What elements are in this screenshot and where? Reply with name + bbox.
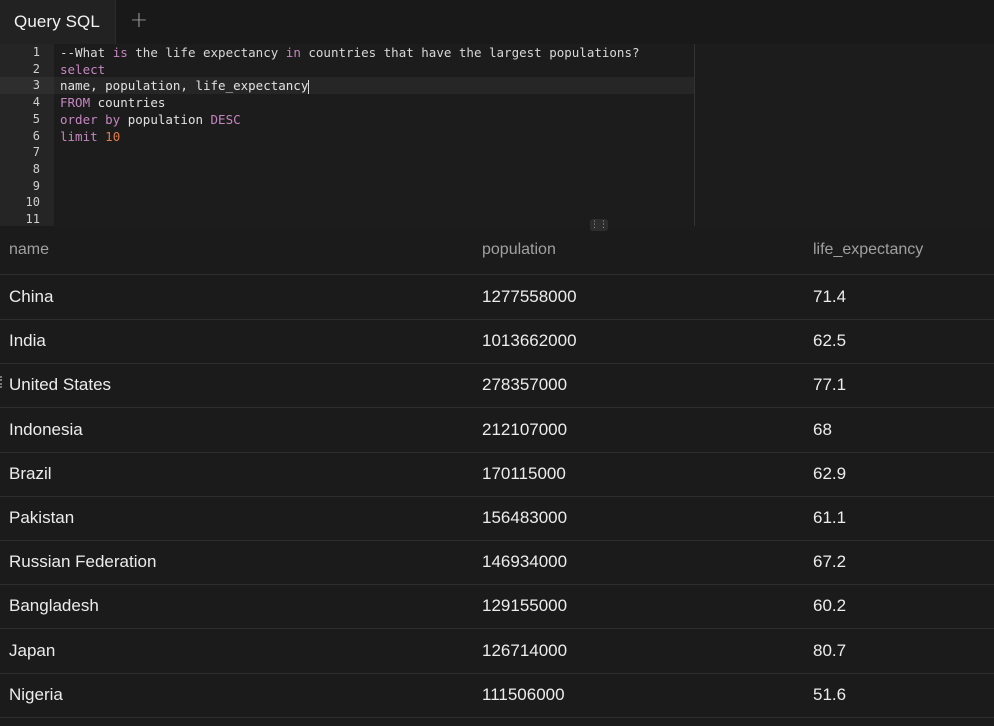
- cell-population: 126714000: [482, 640, 568, 660]
- editor-line[interactable]: 9: [0, 178, 994, 195]
- cell-population: 1277558000: [482, 287, 577, 306]
- editor-line[interactable]: 6 limit 10: [0, 128, 994, 145]
- line-number: 3: [32, 78, 40, 93]
- table-header: name population life_expectancy: [0, 226, 994, 275]
- editor-line[interactable]: 1 --What is the life expectancy in countr…: [0, 44, 994, 61]
- cell-name: China: [9, 287, 54, 306]
- editor-line[interactable]: 10: [0, 194, 994, 211]
- code-token: name, population, life_expectancy: [60, 78, 309, 94]
- line-number: 5: [32, 111, 40, 126]
- line-number: 2: [32, 61, 40, 76]
- table-row[interactable]: Pakistan 156483000 61.1: [0, 496, 994, 541]
- cell-population: 278357000: [482, 375, 568, 395]
- add-tab-icon[interactable]: +: [128, 10, 150, 32]
- editor-line[interactable]: 7: [0, 144, 994, 161]
- code-token: is: [112, 45, 128, 60]
- cell-population: 111506000: [482, 684, 565, 704]
- cell-life-expectancy: 67.2: [813, 552, 847, 572]
- code-token: 10: [105, 128, 121, 144]
- code-text: select: [60, 61, 105, 78]
- editor-line[interactable]: 11: [0, 211, 994, 226]
- line-number: 4: [32, 95, 40, 110]
- table-row[interactable]: Nigeria 111506000 51.6: [0, 673, 994, 718]
- editor-line[interactable]: 5 order by population DESC: [0, 111, 994, 128]
- results-table: name population life_expectancy China 127…: [0, 226, 994, 726]
- column-header-population[interactable]: population: [482, 226, 556, 274]
- code-token: order by: [60, 111, 121, 127]
- code-text: --What is the life expectancy in countri…: [60, 44, 640, 61]
- cell-population: 1013662000: [482, 331, 577, 351]
- code-token: in: [285, 45, 301, 60]
- cell-name: Brazil: [9, 463, 52, 483]
- cell-life-expectancy: 71.4: [813, 287, 847, 306]
- cell-life-expectancy: 68: [813, 419, 832, 439]
- cell-life-expectancy: 62.9: [813, 463, 847, 483]
- tab-bar: Query SQL +: [0, 0, 994, 45]
- cell-life-expectancy: 60.2: [813, 596, 847, 616]
- cell-life-expectancy: 62.5: [813, 331, 847, 351]
- cell-name: United States: [9, 375, 112, 395]
- tab-query-sql[interactable]: Query SQL: [0, 0, 116, 44]
- cell-name: Indonesia: [9, 419, 83, 439]
- table-row[interactable]: Russian Federation 146934000 67.2: [0, 540, 994, 586]
- code-token: DESC: [210, 111, 241, 127]
- cell-population: 156483000: [482, 508, 568, 527]
- code-token: countries that have the largest populati…: [300, 45, 640, 60]
- cell-name: Japan: [9, 640, 56, 660]
- code-text: order by population DESC: [60, 111, 241, 128]
- code-text: FROM countries: [60, 94, 165, 111]
- cell-population: 146934000: [482, 552, 568, 572]
- code-token: select: [60, 61, 106, 77]
- line-number: 8: [32, 161, 40, 176]
- table-row[interactable]: Indonesia 212107000 68: [0, 408, 994, 453]
- code-text: name, population, life_expectancy: [60, 77, 310, 94]
- editor-line[interactable]: 2 select: [0, 61, 994, 78]
- cell-name: Russian Federation: [9, 552, 157, 572]
- code-token: countries: [90, 95, 166, 111]
- cell-population: 212107000: [482, 419, 568, 439]
- table-row[interactable]: Japan 126714000 80.7: [0, 629, 994, 674]
- cell-name: Nigeria: [9, 684, 63, 704]
- editor-line[interactable]: 8: [0, 161, 994, 178]
- code-token: FROM: [60, 95, 91, 111]
- table-row[interactable]: India 1013662000 62.5: [0, 319, 994, 365]
- line-number: 1: [32, 45, 40, 59]
- cell-life-expectancy: 80.7: [813, 640, 847, 660]
- line-number: 6: [32, 128, 40, 143]
- cell-life-expectancy: 51.6: [813, 684, 847, 704]
- line-number: 10: [25, 195, 40, 210]
- code-text: limit 10: [60, 128, 120, 145]
- cell-name: India: [9, 331, 46, 351]
- cell-name: Bangladesh: [9, 596, 99, 616]
- cell-name: Pakistan: [9, 508, 75, 527]
- sql-editor[interactable]: 1 --What is the life expectancy in countr…: [0, 44, 994, 226]
- column-header-name[interactable]: name: [9, 226, 49, 274]
- cell-population: 129155000: [482, 596, 568, 616]
- cell-life-expectancy: 77.1: [813, 375, 847, 395]
- line-number: 11: [25, 212, 40, 226]
- table-row[interactable]: United States 278357000 77.1: [0, 363, 994, 409]
- editor-line[interactable]: 3 name, population, life_expectancy: [0, 77, 994, 95]
- cell-life-expectancy: 61.1: [813, 508, 847, 527]
- text-cursor: [308, 79, 310, 94]
- line-number: 9: [32, 178, 40, 193]
- line-number: 7: [32, 145, 40, 160]
- code-token: the life expectancy: [127, 45, 286, 60]
- code-token: --What: [60, 45, 113, 60]
- table-row[interactable]: Bangladesh 129155000 60.2: [0, 584, 994, 630]
- code-token: population: [120, 111, 211, 127]
- cell-population: 170115000: [482, 463, 566, 483]
- tab-label: Query SQL: [14, 12, 100, 31]
- table-row[interactable]: Brazil 170115000 62.9: [0, 452, 994, 497]
- code-token: limit: [60, 128, 98, 144]
- editor-line[interactable]: 4 FROM countries: [0, 94, 994, 111]
- column-header-life-expectancy[interactable]: life_expectancy: [813, 226, 923, 274]
- table-row[interactable]: China 1277558000 71.4: [0, 275, 994, 320]
- drag-handle-icon[interactable]: ⋮⋮: [590, 219, 608, 231]
